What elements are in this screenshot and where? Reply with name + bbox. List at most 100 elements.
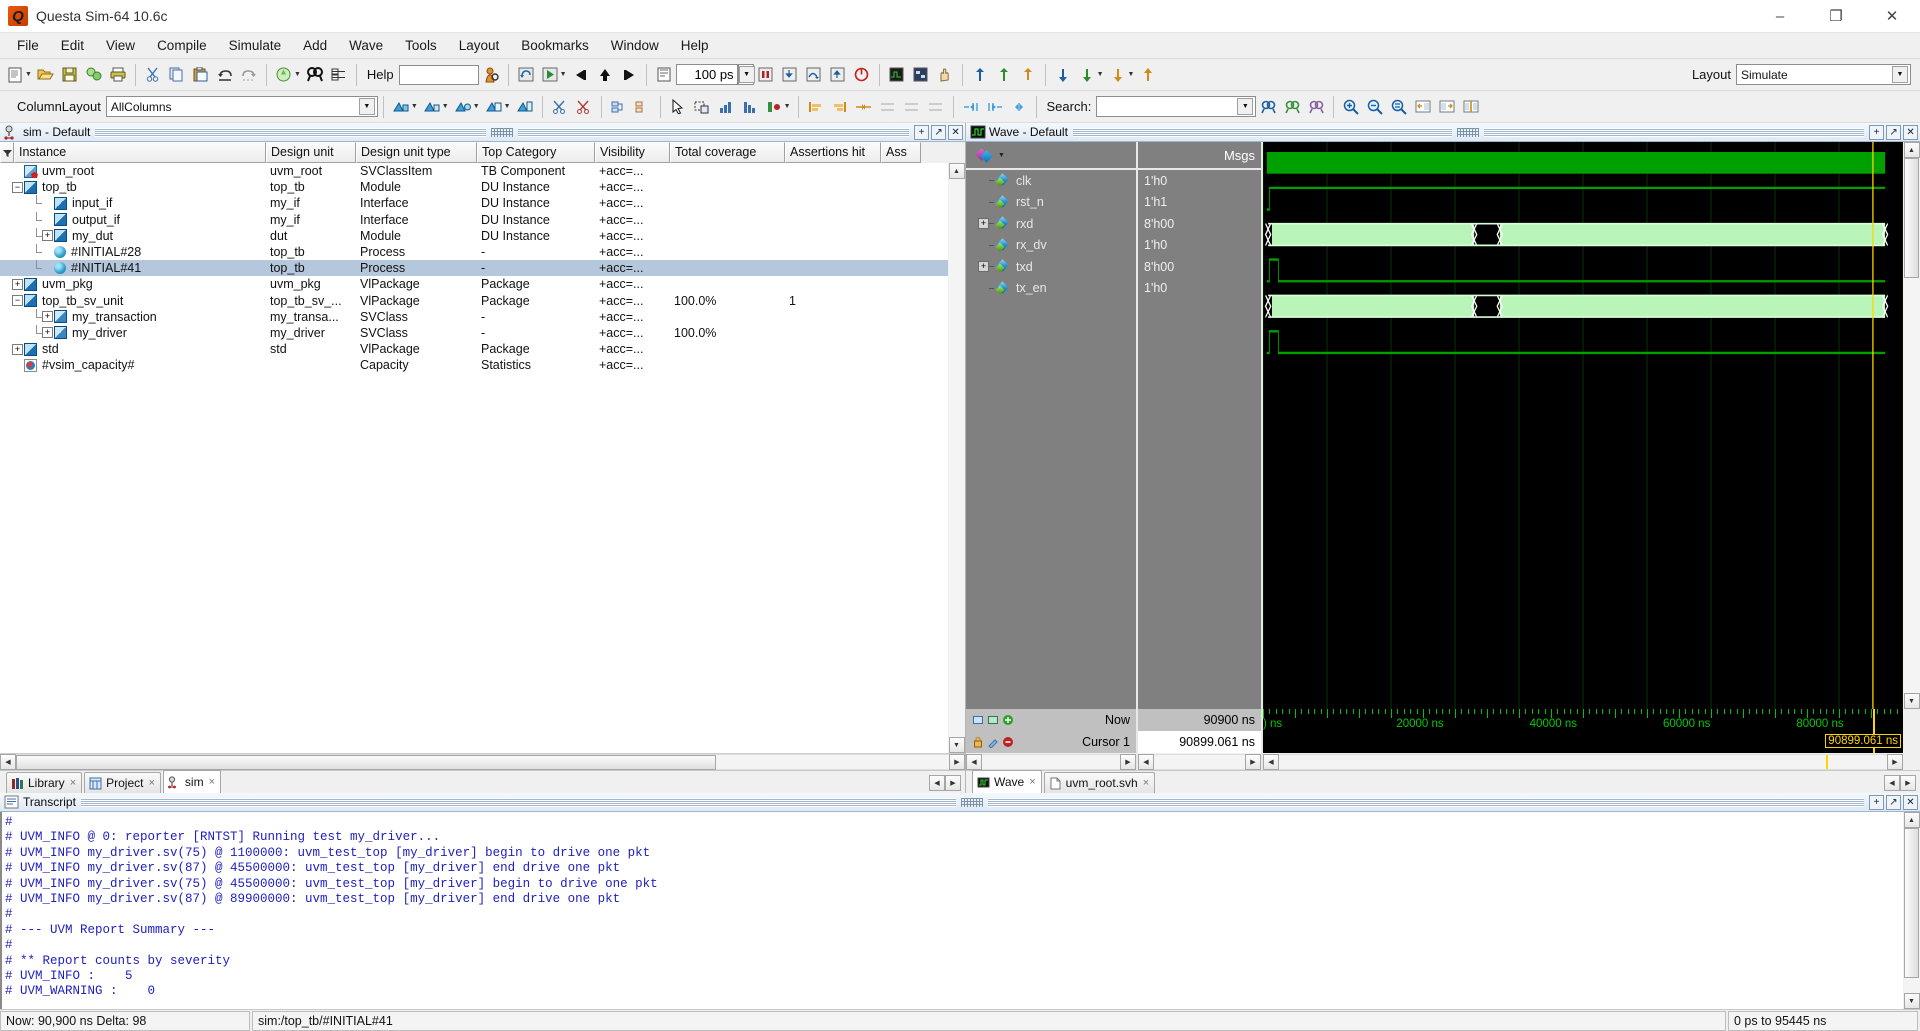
table-row[interactable]: output_if my_if Interface DU Instance +acc=.… [0, 211, 948, 228]
new-file-icon[interactable] [3, 63, 27, 87]
table-row[interactable]: + uvm_pkg uvm_pkg VlPackage Package +acc=... [0, 276, 948, 292]
table-row[interactable]: + my_driver my_driver SVClass - +acc=... 100.0… [0, 324, 948, 341]
menu-tools[interactable]: Tools [394, 35, 448, 56]
compile-icon[interactable] [82, 63, 106, 87]
sim-time-input[interactable] [675, 64, 738, 85]
menu-view[interactable]: View [95, 35, 146, 56]
expand-node-icon[interactable]: + [12, 278, 23, 290]
wave-window-icon[interactable] [885, 63, 909, 87]
chevron-down-icon[interactable]: ▼ [738, 66, 755, 83]
step-up-icon[interactable] [593, 63, 617, 87]
tab-sim-close-icon[interactable]: × [209, 776, 215, 788]
group-signals-icon[interactable] [607, 95, 631, 119]
wave-pane-grip[interactable] [1457, 127, 1480, 137]
wave-scroll-up-icon[interactable]: ▲ [1903, 142, 1920, 158]
break-icon[interactable] [754, 63, 778, 87]
sim-pane-close-button[interactable]: ✕ [948, 124, 964, 140]
breakpoint-toggle-icon[interactable] [762, 95, 786, 119]
column-header-assertions[interactable]: Ass [881, 142, 921, 163]
table-row[interactable]: uvm_root uvm_root SVClassItem TB Component +… [0, 163, 948, 179]
wave-vscroll-thumb[interactable] [1903, 158, 1919, 278]
search-input[interactable] [1101, 98, 1238, 115]
expand-node-icon[interactable]: + [42, 311, 53, 323]
help-search-icon[interactable] [479, 63, 503, 87]
open-folder-icon[interactable] [34, 63, 58, 87]
tab-sim[interactable]: sim × [162, 770, 222, 793]
time-ruler[interactable]: ) ns 20000 ns 40000 ns 60000 ns 80000 ns [1263, 709, 1903, 732]
instance-hscroll-track[interactable] [16, 754, 949, 770]
expand-tree-icon[interactable] [327, 63, 351, 87]
restart-icon[interactable] [514, 63, 538, 87]
values-scroll-left-icon[interactable]: ◀ [1138, 753, 1154, 770]
undo-icon[interactable] [213, 63, 237, 87]
zoom-last-icon[interactable] [1411, 95, 1435, 119]
align-left-icon[interactable] [804, 95, 828, 119]
zoom-range-icon[interactable] [1435, 95, 1459, 119]
transcript-grip[interactable] [961, 797, 984, 807]
transcript-scroll-down-icon[interactable]: ▼ [1903, 993, 1920, 1009]
column-header-design-unit[interactable]: Design unit [266, 142, 356, 163]
wave-signal-row[interactable]: rst_n [966, 192, 1136, 214]
column-header-assertions-hit[interactable]: Assertions hit [785, 142, 881, 163]
wave-hscroll-track[interactable] [1279, 753, 1887, 770]
add-wave-icon[interactable] [389, 95, 413, 119]
layout-chevron-down-icon[interactable]: ▼ [1892, 66, 1908, 83]
align-right-icon[interactable] [828, 95, 852, 119]
wave-signal-list[interactable]: clk rst_n + rxd rx_dv + txd tx_en [966, 170, 1136, 709]
ungroup-signals-icon[interactable] [631, 95, 655, 119]
menu-wave[interactable]: Wave [338, 35, 394, 56]
instance-tree-body[interactable]: uvm_root uvm_root SVClassItem TB Component +… [0, 163, 948, 753]
column-header-design-unit-type[interactable]: Design unit type [356, 142, 477, 163]
wave-signal-row[interactable]: rx_dv [966, 235, 1136, 257]
goto-prev-edge-icon[interactable] [959, 95, 983, 119]
tab-library[interactable]: Library × [6, 772, 83, 793]
delete-cursor-icon[interactable] [1002, 736, 1014, 748]
wave-signal-row[interactable]: + rxd [966, 213, 1136, 235]
dataflow-icon[interactable] [909, 63, 933, 87]
values-hscrollbar[interactable]: ◀ ▶ [1138, 753, 1261, 770]
distribute2-icon[interactable] [900, 95, 924, 119]
zoom-fit-icon[interactable] [1387, 95, 1411, 119]
search-options-icon[interactable] [1304, 95, 1328, 119]
print-icon[interactable] [106, 63, 130, 87]
sort-ascending-icon[interactable] [714, 95, 738, 119]
menu-add[interactable]: Add [292, 35, 338, 56]
scroll-right-icon[interactable]: ▶ [949, 754, 965, 770]
scroll-up-icon[interactable]: ▲ [948, 163, 965, 179]
search-combo[interactable]: ▼ [1096, 96, 1257, 117]
paste-icon[interactable] [189, 63, 213, 87]
wave-hscrollbar[interactable]: ◀ ▶ [1263, 753, 1903, 770]
zoom-cursor-icon[interactable] [1459, 95, 1483, 119]
pan-hand-icon[interactable] [933, 63, 957, 87]
transcript-vscrollbar[interactable]: ▲ ▼ [1903, 812, 1920, 1009]
table-row[interactable]: + my_dut dut Module DU Instance +acc=... [0, 227, 948, 244]
help-input[interactable] [398, 64, 479, 85]
search-chevron-down-icon[interactable]: ▼ [1237, 98, 1254, 115]
names-scroll-left-icon[interactable]: ◀ [966, 753, 982, 770]
cursor-tool-icon[interactable] [987, 736, 999, 749]
wave-signal-row[interactable]: clk [966, 170, 1136, 192]
lock-icon[interactable] [972, 736, 984, 748]
add-memory-icon[interactable] [513, 95, 537, 119]
wave-vscroll-track[interactable] [1903, 158, 1920, 693]
step-forward-icon[interactable] [617, 63, 641, 87]
expand-node-icon[interactable]: + [42, 327, 53, 339]
up-arrow-orange-icon[interactable] [1136, 63, 1160, 87]
copy-icon[interactable] [165, 63, 189, 87]
save-icon[interactable] [58, 63, 82, 87]
expand-node-icon[interactable]: + [12, 343, 23, 355]
collapse-node-icon[interactable]: − [12, 295, 23, 307]
step-into-icon[interactable] [778, 63, 802, 87]
minimize-button[interactable]: – [1752, 0, 1808, 32]
wave-pane-undock-button[interactable]: ↗ [1886, 124, 1902, 140]
goto-edge-icon[interactable] [1007, 95, 1031, 119]
sim-time-dropdown[interactable]: ▼ [737, 64, 755, 85]
wave-scroll-down-icon[interactable]: ▼ [1903, 693, 1920, 709]
restart-sim-icon[interactable] [850, 63, 874, 87]
tab-wave[interactable]: Wave × [972, 770, 1042, 793]
objects-chevron-down-icon[interactable]: ▼ [998, 152, 1005, 159]
expand-signal-icon[interactable]: + [978, 261, 989, 273]
insert-cursor-icon[interactable] [968, 63, 992, 87]
wave-prev-icon[interactable] [972, 714, 984, 726]
goto-next-edge-icon[interactable] [983, 95, 1007, 119]
